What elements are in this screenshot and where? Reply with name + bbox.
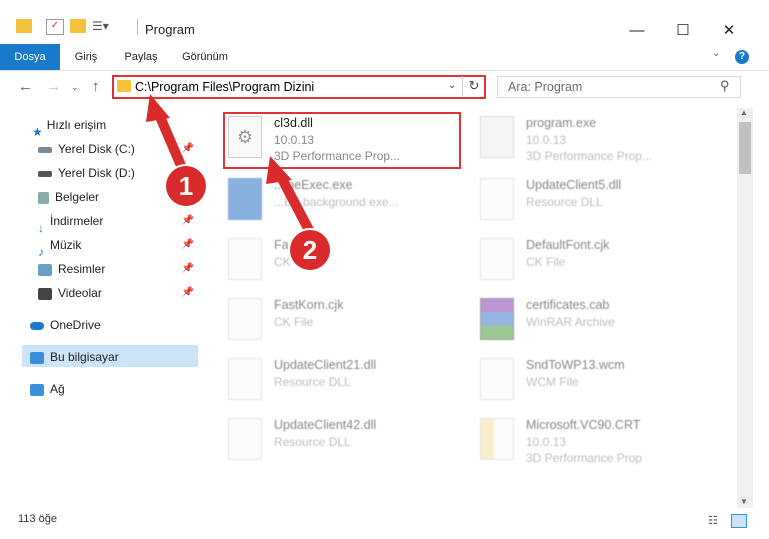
callout-2: 2 (290, 230, 330, 270)
callout-1: 1 (166, 166, 206, 206)
arrow-2 (266, 156, 315, 237)
arrow-1 (146, 94, 187, 173)
annotation-arrows (146, 94, 315, 237)
